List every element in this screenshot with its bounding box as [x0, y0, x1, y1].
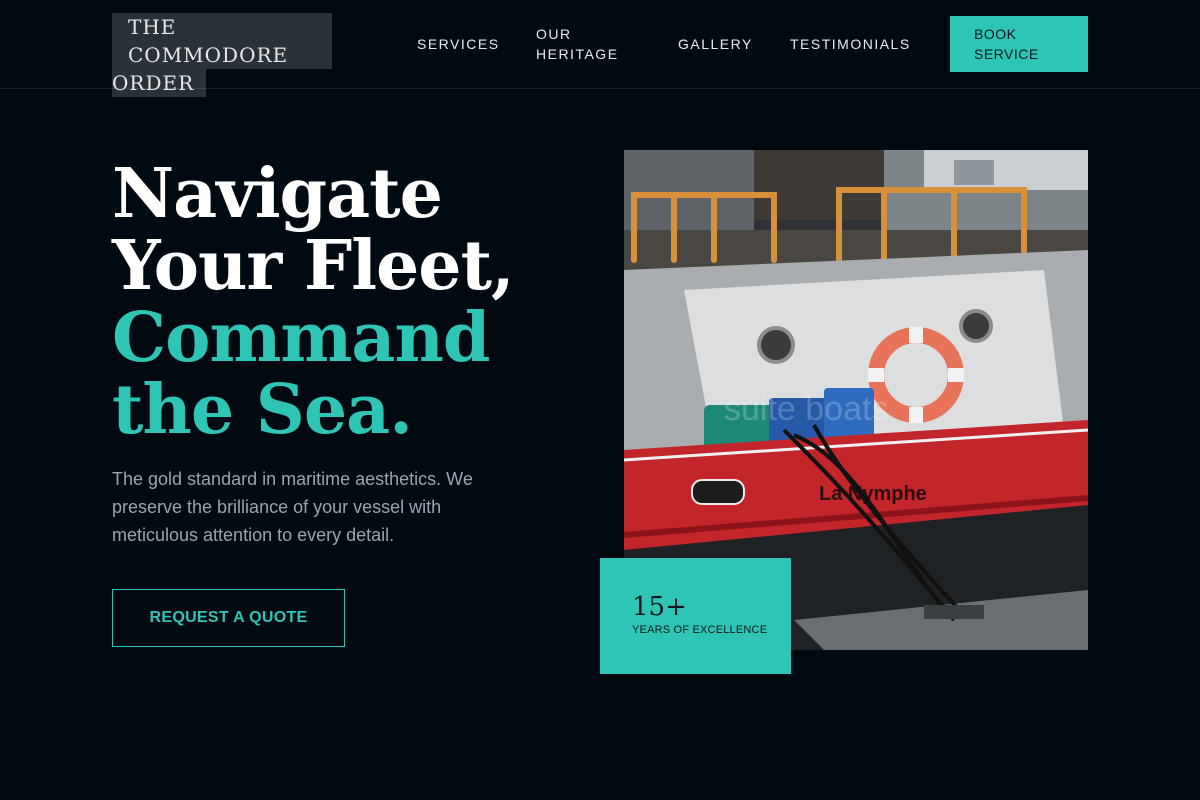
nav-gallery-link[interactable]: GALLERY: [678, 34, 753, 54]
brand-logo[interactable]: THE COMMODORE ORDER: [112, 13, 332, 97]
hero-title-line2: Command the Sea.: [112, 298, 490, 450]
hero-title: Navigate Your Fleet, Command the Sea.: [112, 158, 592, 446]
nav-services-link[interactable]: SERVICES: [417, 34, 500, 54]
boat-name-text: La Nymphe: [819, 483, 927, 505]
hero-subtitle: The gold standard in maritime aesthetics…: [112, 469, 473, 545]
experience-badge: 15+ YEARS OF EXCELLENCE: [600, 558, 791, 674]
request-quote-button[interactable]: REQUEST A QUOTE: [112, 589, 345, 647]
brand-name-line2: ORDER: [112, 69, 207, 97]
nav-testimonials-link[interactable]: TESTIMONIALS: [790, 34, 911, 54]
site-header: THE COMMODORE ORDER SERVICES OUR HERITAG…: [0, 0, 1200, 97]
book-service-button[interactable]: BOOK SERVICE: [950, 16, 1088, 72]
years-number: 15+: [632, 592, 687, 622]
hero-title-line1: Navigate Your Fleet,: [112, 154, 515, 306]
years-label: YEARS OF EXCELLENCE: [632, 624, 768, 636]
image-watermark: suite boats: [724, 390, 888, 428]
brand-name-line1: THE COMMODORE: [112, 13, 332, 69]
nav-heritage-link[interactable]: OUR HERITAGE: [536, 24, 636, 64]
